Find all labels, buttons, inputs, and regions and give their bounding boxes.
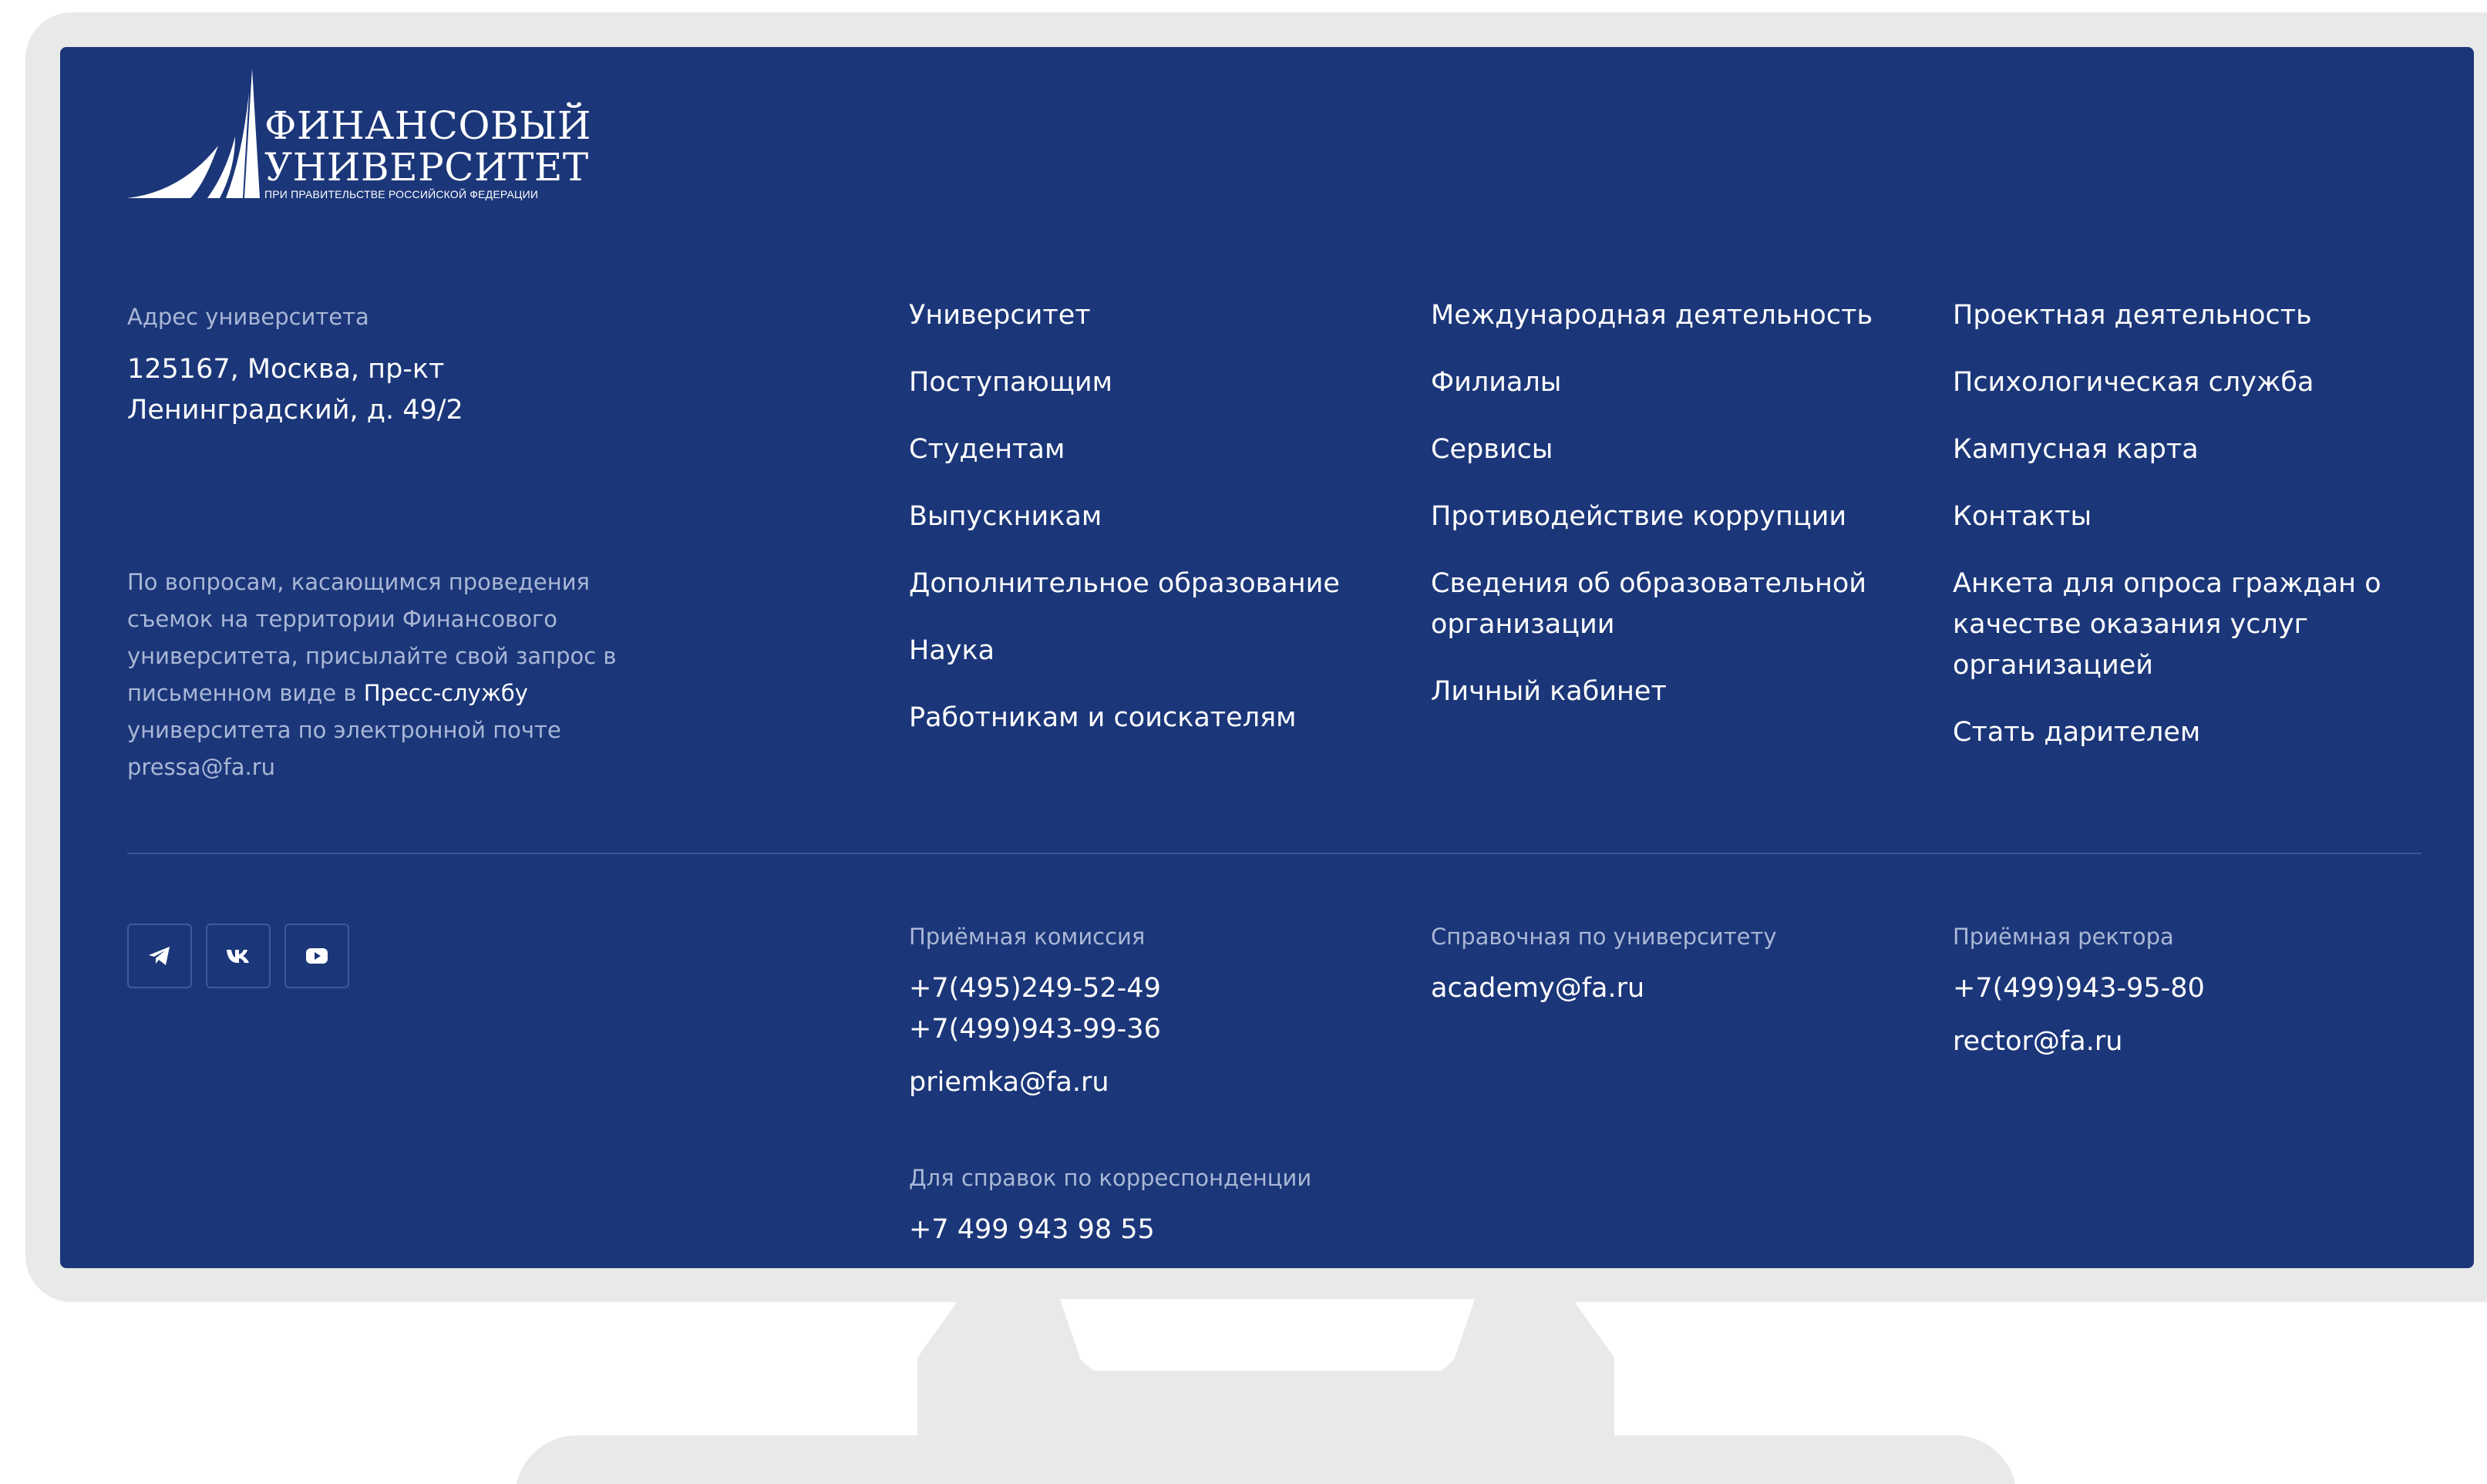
logo-line-1: ФИНАНСОВЫЙ <box>264 103 591 148</box>
admission-contacts: Приёмная комиссия +7(495)249-52-49 +7(49… <box>909 924 1161 1103</box>
press-note-text-end: университета по электронной почте pressa… <box>127 717 561 780</box>
admission-email[interactable]: priemka@fa.ru <box>909 1062 1161 1103</box>
nav-link-science[interactable]: Наука <box>909 631 1402 671</box>
press-note: По вопросам, касающимся проведения съемо… <box>127 564 636 786</box>
correspondence-contacts: Для справок по корреспонденции +7 499 94… <box>909 1165 1311 1250</box>
admission-phone-1[interactable]: +7(495)249-52-49 <box>909 968 1161 1009</box>
nav-link-personal-account[interactable]: Личный кабинет <box>1431 671 1924 712</box>
youtube-button[interactable] <box>284 924 349 988</box>
logo-line-2: УНИВЕРСИТЕТ <box>264 145 589 190</box>
nav-link-graduates[interactable]: Выпускникам <box>909 496 1402 537</box>
nav-link-services[interactable]: Сервисы <box>1431 429 1924 470</box>
nav-link-campus-map[interactable]: Кампусная карта <box>1953 429 2415 470</box>
monitor-stand-cutout <box>1060 1299 1475 1371</box>
youtube-icon <box>306 948 328 964</box>
nav-link-university[interactable]: Университет <box>909 295 1402 336</box>
nav-link-international[interactable]: Международная деятельность <box>1431 295 1924 336</box>
nav-link-branches[interactable]: Филиалы <box>1431 362 1924 403</box>
nav-link-org-info[interactable]: Сведения об образовательной организации <box>1431 564 1924 645</box>
logo-subtitle: ПРИ ПРАВИТЕЛЬСТВЕ РОССИЙСКОЙ ФЕДЕРАЦИИ <box>264 188 539 200</box>
nav-link-projects[interactable]: Проектная деятельность <box>1953 295 2415 336</box>
rector-phone[interactable]: +7(499)943-95-80 <box>1953 968 2205 1009</box>
rector-contacts: Приёмная ректора +7(499)943-95-80 rector… <box>1953 924 2205 1062</box>
monitor-stand-base <box>515 1435 2017 1484</box>
address-value: 125167, Москва, пр-кт Ленинградский, д. … <box>127 354 463 426</box>
site-footer: ФИНАНСОВЫЙ УНИВЕРСИТЕТ ПРИ ПРАВИТЕЛЬСТВЕ… <box>60 47 2474 1268</box>
reference-label: Справочная по университету <box>1431 924 1777 950</box>
telegram-icon <box>149 947 170 965</box>
address-label: Адрес университета <box>127 304 369 330</box>
footer-nav-column-1: Университет Поступающим Студентам Выпуск… <box>909 295 1402 765</box>
correspondence-label: Для справок по корреспонденции <box>909 1165 1312 1191</box>
monitor-mockup: ФИНАНСОВЫЙ УНИВЕРСИТЕТ ПРИ ПРАВИТЕЛЬСТВЕ… <box>0 0 2487 1484</box>
logo-wordmark: ФИНАНСОВЫЙ УНИВЕРСИТЕТ ПРИ ПРАВИТЕЛЬСТВЕ… <box>264 105 591 200</box>
vk-icon <box>227 950 249 963</box>
nav-link-employees[interactable]: Работникам и соискателям <box>909 698 1402 739</box>
social-links <box>127 924 349 988</box>
footer-divider <box>127 853 2421 854</box>
press-service-link[interactable]: Пресс-службу <box>364 680 528 706</box>
admission-phone-2[interactable]: +7(499)943-99-36 <box>909 1009 1161 1050</box>
footer-nav-column-3: Проектная деятельность Психологическая с… <box>1953 295 2415 779</box>
nav-link-donate[interactable]: Стать дарителем <box>1953 712 2415 753</box>
nav-link-students[interactable]: Студентам <box>909 429 1402 470</box>
nav-link-additional-education[interactable]: Дополнительное образование <box>909 564 1402 604</box>
footer-nav-column-2: Международная деятельность Филиалы Серви… <box>1431 295 1924 739</box>
nav-link-applicants[interactable]: Поступающим <box>909 362 1402 403</box>
vk-button[interactable] <box>206 924 271 988</box>
nav-link-psychological-service[interactable]: Психологическая служба <box>1953 362 2415 403</box>
rector-label: Приёмная ректора <box>1953 924 2174 950</box>
rector-email[interactable]: rector@fa.ru <box>1953 1021 2205 1062</box>
nav-link-survey[interactable]: Анкета для опроса граждан о качестве ока… <box>1953 564 2415 686</box>
reference-email[interactable]: academy@fa.ru <box>1431 968 1777 1009</box>
university-logo[interactable]: ФИНАНСОВЫЙ УНИВЕРСИТЕТ ПРИ ПРАВИТЕЛЬСТВЕ… <box>127 69 591 207</box>
reference-contacts: Справочная по университету academy@fa.ru <box>1431 924 1777 1009</box>
correspondence-phone[interactable]: +7 499 943 98 55 <box>909 1210 1311 1250</box>
nav-link-anti-corruption[interactable]: Противодействие коррупции <box>1431 496 1924 537</box>
admission-label: Приёмная комиссия <box>909 924 1146 950</box>
nav-link-contacts[interactable]: Контакты <box>1953 496 2415 537</box>
telegram-button[interactable] <box>127 924 192 988</box>
